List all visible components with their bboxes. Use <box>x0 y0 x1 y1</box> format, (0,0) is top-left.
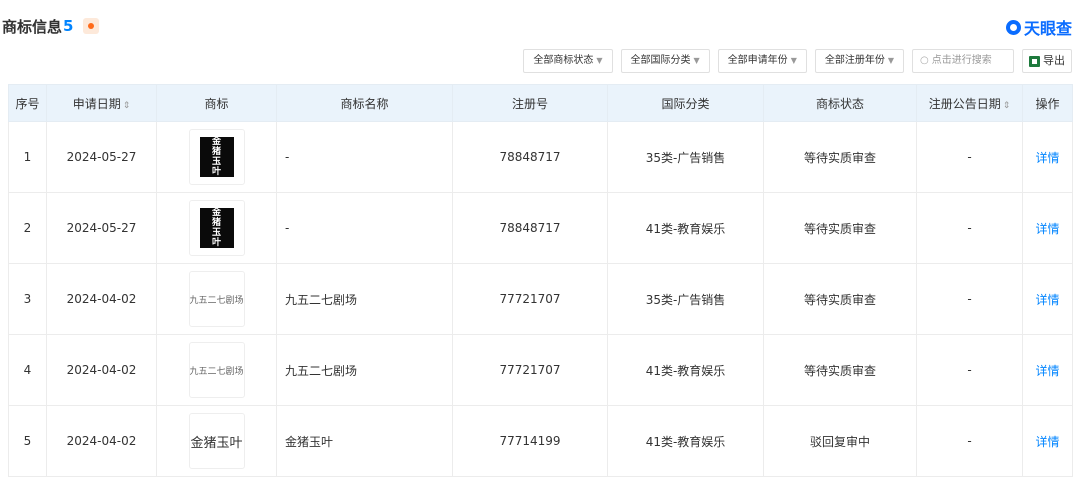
registration-number: 78848717 <box>452 121 608 193</box>
logo-graphic: 金猪玉叶 <box>190 435 243 451</box>
row-index: 1 <box>8 121 47 193</box>
trademark-name: 金猪玉叶 <box>276 405 453 477</box>
trademark-status: 等待实质审查 <box>763 192 917 264</box>
international-class: 41类-教育娱乐 <box>607 405 764 477</box>
column-header: 序号 <box>8 84 47 122</box>
notice-date: - <box>916 192 1023 264</box>
detail-link[interactable]: 详情 <box>1022 263 1073 335</box>
apply-date: 2024-04-02 <box>46 263 157 335</box>
logo-graphic: 金猪玉叶 <box>199 208 234 248</box>
notice-date: - <box>916 334 1023 406</box>
international-class: 41类-教育娱乐 <box>607 192 764 264</box>
trademark-name: 九五二七剧场 <box>276 334 453 406</box>
column-header: 商标名称 <box>276 84 453 122</box>
apply-year-filter-dropdown[interactable]: 全部申请年份 ▼ <box>717 49 807 73</box>
apply-date: 2024-04-02 <box>46 334 157 406</box>
filter-bar: 全部商标状态 ▼ 全部国际分类 ▼ 全部申请年份 ▼ 全部注册年份 ▼ ○ 点击进行搜索 … <box>523 49 1072 73</box>
section-title: 商标信息 <box>2 17 63 36</box>
export-button[interactable]: 导出 <box>1022 49 1072 73</box>
column-header: 注册号 <box>452 84 608 122</box>
trademark-status: 驳回复审中 <box>763 405 917 477</box>
sort-icon[interactable]: ⇕ <box>123 101 131 111</box>
detail-link[interactable]: 详情 <box>1022 121 1073 193</box>
trademark-status: 等待实质审查 <box>763 263 917 335</box>
tianyancha-logo-icon <box>1005 19 1021 35</box>
column-header: 操作 <box>1022 84 1073 122</box>
notice-date: - <box>916 121 1023 193</box>
international-class: 35类-广告销售 <box>607 121 764 193</box>
registration-number: 77714199 <box>452 405 608 477</box>
trademark-logo-image[interactable]: 金猪玉叶 <box>188 129 245 185</box>
trademark-logo-image[interactable]: 九五二七剧场 <box>188 342 245 398</box>
row-index: 5 <box>8 405 47 477</box>
section-header: 商标信息 5 <box>0 14 100 38</box>
trademark-logo-cell[interactable]: 九五二七剧场 <box>156 334 277 406</box>
apply-date: 2024-04-02 <box>46 405 157 477</box>
table-header-row: 序号 申请日期 ⇕ 商标 商标名称 注册号 国际分类 商标状态 注册公告日期 ⇕ 操作 <box>8 84 1073 122</box>
column-header: 国际分类 <box>607 84 764 122</box>
trademark-name: - <box>276 121 453 193</box>
trademark-status: 等待实质审查 <box>763 121 917 193</box>
registration-number: 77721707 <box>452 334 608 406</box>
apply-date: 2024-05-27 <box>46 121 157 193</box>
international-class: 41类-教育娱乐 <box>607 334 764 406</box>
excel-icon <box>1029 55 1040 67</box>
row-index: 2 <box>8 192 47 264</box>
class-filter-dropdown[interactable]: 全部国际分类 ▼ <box>620 49 710 73</box>
trademark-logo-image[interactable]: 金猪玉叶 <box>188 200 245 256</box>
detail-link[interactable]: 详情 <box>1022 334 1073 406</box>
detail-link[interactable]: 详情 <box>1022 405 1073 477</box>
notice-date: - <box>916 263 1023 335</box>
international-class: 35类-广告销售 <box>607 263 764 335</box>
trademark-logo-cell[interactable]: 金猪玉叶 <box>156 192 277 264</box>
sort-icon[interactable]: ⇕ <box>1003 101 1011 111</box>
trademark-logo-cell[interactable]: 九五二七剧场 <box>156 263 277 335</box>
trademark-table: 序号 申请日期 ⇕ 商标 商标名称 注册号 国际分类 商标状态 注册公告日期 ⇕ 操作 1 2024-… <box>8 84 1073 477</box>
trademark-logo-image[interactable]: 金猪玉叶 <box>188 413 245 469</box>
trademark-logo-cell[interactable]: 金猪玉叶 <box>156 405 277 477</box>
table-row: 4 2024-04-02 九五二七剧场 九五二七剧场 77721707 41类-教育娱乐等… <box>8 334 1073 406</box>
table-row: 5 2024-04-02 金猪玉叶 金猪玉叶 77714199 41类-教育娱乐 驳回复审中… <box>8 405 1073 477</box>
table-row: 2 2024-05-27 金猪玉叶 -78848717 41类-教育娱乐 等待实质审查 - 详… <box>8 192 1073 264</box>
row-index: 3 <box>8 263 47 335</box>
logo-graphic: 九五二七剧场 <box>189 295 244 306</box>
registration-number: 78848717 <box>452 192 608 264</box>
logo-graphic: 金猪玉叶 <box>199 137 234 177</box>
brand-logo: 天眼查 <box>1005 15 1072 39</box>
search-icon: ○ <box>920 55 929 66</box>
row-index: 4 <box>8 334 47 406</box>
registration-number: 77721707 <box>452 263 608 335</box>
logo-graphic: 九五二七剧场 <box>189 366 244 377</box>
trademark-logo-cell[interactable]: 金猪玉叶 <box>156 121 277 193</box>
notice-date: - <box>916 405 1023 477</box>
brand-name: 天眼查 <box>1023 19 1072 38</box>
trademark-name: 九五二七剧场 <box>276 263 453 335</box>
chevron-down-icon: ▼ <box>887 56 894 65</box>
column-header: 商标 <box>156 84 277 122</box>
trademark-name: - <box>276 192 453 264</box>
trademark-status: 等待实质审查 <box>763 334 917 406</box>
status-filter-dropdown[interactable]: 全部商标状态 ▼ <box>523 49 613 73</box>
trademark-logo-image[interactable]: 九五二七剧场 <box>188 271 245 327</box>
reg-year-filter-dropdown[interactable]: 全部注册年份 ▼ <box>814 49 904 73</box>
record-count: 5 <box>63 17 74 35</box>
column-header[interactable]: 注册公告日期 ⇕ <box>916 84 1023 122</box>
search-input[interactable]: ○ 点击进行搜索 <box>912 49 1014 73</box>
table-row: 3 2024-04-02 九五二七剧场 九五二七剧场 77721707 35类-广告销售等… <box>8 263 1073 335</box>
column-header[interactable]: 申请日期 ⇕ <box>46 84 157 122</box>
chevron-down-icon: ▼ <box>693 56 700 65</box>
column-header: 商标状态 <box>763 84 917 122</box>
apply-date: 2024-05-27 <box>46 192 157 264</box>
chevron-down-icon: ▼ <box>596 56 603 65</box>
detail-link[interactable]: 详情 <box>1022 192 1073 264</box>
table-row: 1 2024-05-27 金猪玉叶 -78848717 35类-广告销售 等待实质审查 - 详… <box>8 121 1073 193</box>
chevron-down-icon: ▼ <box>790 56 797 65</box>
bell-icon[interactable] <box>83 18 100 34</box>
